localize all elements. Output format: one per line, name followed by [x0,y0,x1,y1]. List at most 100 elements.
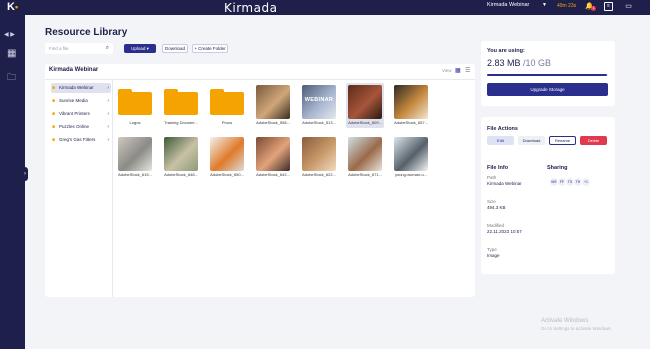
activate-windows-title: Activate Windows [541,318,589,324]
tree-item[interactable]: ■ Kirmada Webinar › [51,83,111,93]
folder-icon: ■ [52,137,56,143]
library-panel: Kirmada Webinar View ▦ ☰ ■ Kirmada Webina… [45,64,475,297]
modified-label: Modified [487,223,505,228]
file-name: AdobeStock_615... [118,172,152,177]
folder-tree: ■ Kirmada Webinar › ■ Sunrise Media › ■ Vibrant… [45,80,113,297]
tree-item-label: Greg's Gas Fitters [59,137,96,142]
collapse-rail-icon[interactable]: › [22,167,28,181]
file-details-card: File Actions Edit Download Rename Delete… [481,117,615,274]
folder-icon [118,89,152,115]
download-file-button[interactable]: Download [518,136,545,145]
image-thumbnail [394,85,428,119]
chevron-down-icon: ▼ [542,2,547,8]
file-name: Logos [129,120,141,125]
folder-icon: ■ [52,98,56,104]
file-tile[interactable]: WEBINAR AdobeStock_513... [300,83,338,128]
storage-bar-fill [487,74,607,76]
panel-toggle-icon[interactable]: ≡ [604,2,613,11]
chevron-right-icon[interactable]: › [107,83,109,93]
file-tile[interactable]: AdobeStock_648... [162,135,200,180]
path-value: Kirmada Webinar [487,181,522,186]
folder-icon [210,89,244,115]
download-button[interactable]: Download [162,44,188,53]
tree-item-label: Puzzles Online [59,124,90,129]
storage-heading: You are using: [487,48,525,54]
file-tile[interactable]: AdobeStock_615... [116,135,154,180]
grid-apps-icon[interactable]: ▦ [7,48,16,59]
file-tile[interactable]: young-woman-u... [392,135,430,180]
tree-item[interactable]: ■ Puzzles Online › [51,122,111,132]
session-timer: 49m 23s [557,3,577,9]
file-tile[interactable]: AdobeStock_642... [254,135,292,180]
file-name: AdobeStock_642... [256,172,290,177]
notification-badge: 1 [591,6,596,11]
create-folder-button[interactable]: + Create Folder [192,44,228,53]
image-thumbnail [302,137,336,171]
file-name: AdobeStock_558... [256,120,290,125]
chevron-right-icon[interactable]: › [107,109,109,119]
file-tile[interactable]: AdobeStock_609... [346,83,384,128]
image-thumbnail [348,85,382,119]
file-tile[interactable]: AdobeStock_650... [208,135,246,180]
type-value: Image [487,253,500,258]
storage-card: You are using: 2.83 MB /10 GB Upgrade St… [481,41,615,106]
file-name: Procs [221,120,233,125]
top-bar: K• Kirmada Kirmada Webinar ▼ 49m 23s 🔔 1… [0,0,650,15]
file-tile[interactable]: AdobeStock_558... [254,83,292,128]
chevron-right-icon[interactable]: › [107,96,109,106]
search-icon[interactable]: ⌕ [106,43,109,54]
file-name: AdobeStock_657... [394,120,428,125]
file-tile[interactable]: AdobeStock_657... [392,83,430,128]
size-value: 494.3 KB [487,205,506,210]
file-name: Training Docume... [164,120,198,125]
workspace-name: Kirmada Webinar [487,2,530,8]
share-avatar[interactable]: +1 [581,177,591,187]
tree-item[interactable]: ■ Vibrant Printers › [51,109,111,119]
grid-view-icon[interactable]: ▦ [455,67,461,74]
chevron-right-icon[interactable]: › [107,135,109,145]
window-dock-icon[interactable]: ▭ [624,2,633,11]
folder-icon: ■ [52,111,56,117]
file-tile[interactable]: AdobeStock_622... [300,135,338,180]
delete-button[interactable]: Delete [580,136,607,145]
tree-item[interactable]: ■ Greg's Gas Fitters › [51,135,111,145]
file-name: young-woman-u... [394,172,427,177]
sharing-heading: Sharing [547,165,568,171]
list-view-icon[interactable]: ☰ [465,67,470,74]
upload-button[interactable]: Upload ▾ [124,44,156,53]
image-thumbnail [256,85,290,119]
search-input[interactable]: Find a file ⌕ [45,43,113,54]
workspace-selector[interactable]: Kirmada Webinar ▼ [487,2,547,12]
folder-icon[interactable]: 🗀 [7,70,16,86]
file-tile[interactable]: AdobeStock_671... [346,135,384,180]
edit-button[interactable]: Edit [487,136,514,145]
storage-bar [487,74,608,76]
image-thumbnail [256,137,290,171]
file-name: AdobeStock_671... [348,172,382,177]
storage-value: 2.83 MB /10 GB [487,58,552,68]
type-label: Type [487,247,497,252]
upgrade-storage-button[interactable]: Upgrade Storage [487,83,608,96]
back-forward-icon[interactable]: ◀ ▶ [4,31,15,38]
left-rail: ◀ ▶ ▦ 🗀 [0,15,25,349]
image-thumbnail: WEBINAR [302,85,336,119]
chevron-right-icon[interactable]: › [107,122,109,132]
folder-tile[interactable]: Procs [208,83,246,128]
folder-icon: ■ [52,124,56,130]
path-label: Path [487,175,497,180]
view-label: View [442,68,452,73]
app-logo[interactable]: K• [7,1,18,13]
file-actions-heading: File Actions [487,126,518,132]
rename-button[interactable]: Rename [549,136,576,145]
folder-tile[interactable]: Logos [116,83,154,128]
file-name: AdobeStock_648... [164,172,198,177]
tree-item-label: Kirmada Webinar [59,85,94,90]
folder-tile[interactable]: Training Docume... [162,83,200,128]
tree-item[interactable]: ■ Sunrise Media › [51,96,111,106]
image-thumbnail [394,137,428,171]
modified-value: 22.11.2023 10:57 [487,229,522,234]
file-name: AdobeStock_609... [348,120,382,125]
folder-icon: ■ [52,85,56,91]
image-thumbnail [118,137,152,171]
brand-wordmark: Kirmada [224,1,278,15]
